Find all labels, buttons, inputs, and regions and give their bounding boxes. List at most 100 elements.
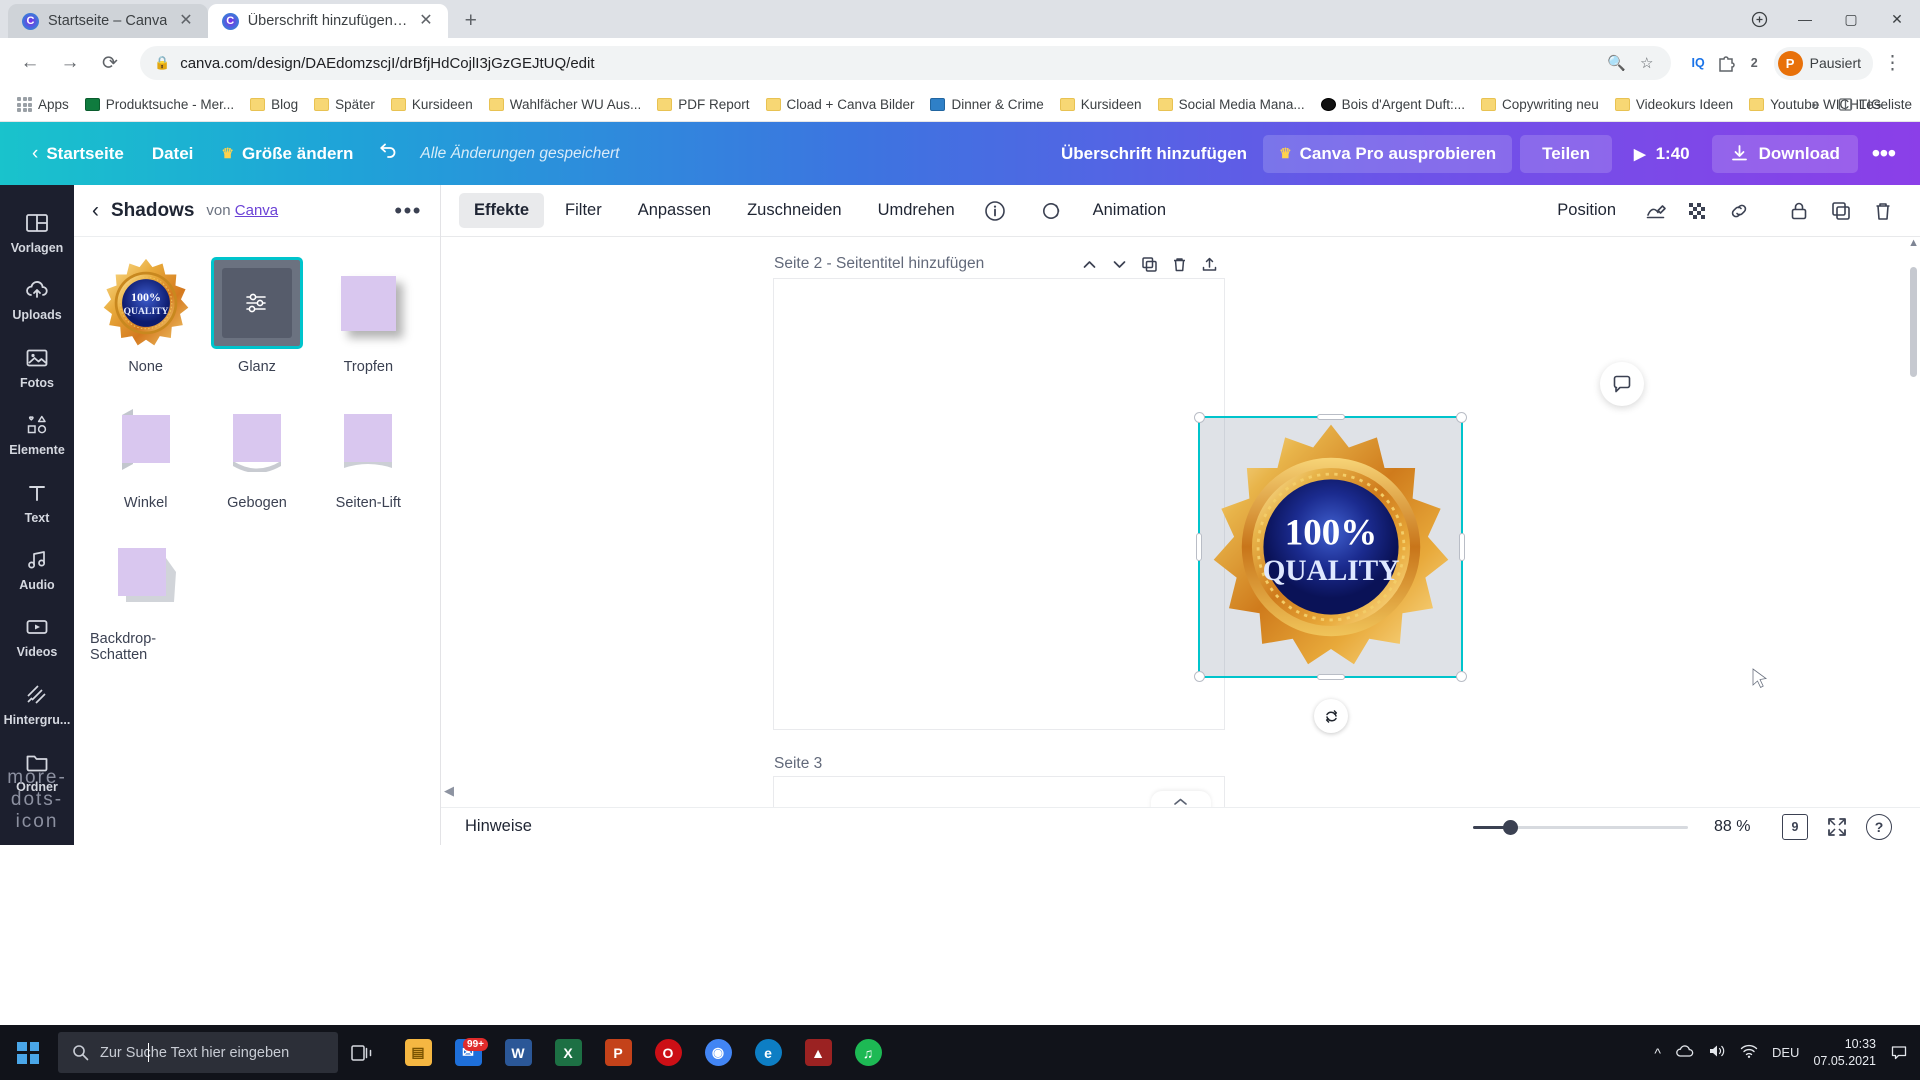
bookmark-spaeter[interactable]: Später bbox=[307, 94, 382, 115]
selected-image-box[interactable]: 100% QUALITY bbox=[1194, 412, 1768, 688]
top-more-icon[interactable]: ••• bbox=[1858, 134, 1910, 173]
taskbar-app-filezilla[interactable]: ▲ bbox=[794, 1025, 842, 1080]
maximize-button[interactable]: ▢ bbox=[1828, 0, 1874, 38]
collapse-panel-icon[interactable]: ◀ bbox=[444, 783, 454, 799]
resize-handle-top[interactable] bbox=[1316, 414, 1345, 420]
resize-handle-right[interactable] bbox=[1459, 533, 1465, 561]
puzzle-extension-icon[interactable] bbox=[1717, 53, 1739, 73]
page-2-title[interactable]: Seite 2 - Seitentitel hinzufügen bbox=[774, 255, 1074, 273]
resize-handle-top-left[interactable] bbox=[1194, 412, 1205, 423]
page-count-button[interactable]: 9 bbox=[1778, 810, 1812, 844]
reload-button[interactable]: ⟳ bbox=[92, 45, 128, 81]
taskbar-app-powerpoint[interactable]: P bbox=[594, 1025, 642, 1080]
tab-umdrehen[interactable]: Umdrehen bbox=[863, 193, 970, 228]
iq-extension-icon[interactable]: IQ bbox=[1691, 56, 1704, 70]
resize-handle-bottom-left[interactable] bbox=[1194, 671, 1205, 682]
page-3-title[interactable]: Seite 3 bbox=[774, 755, 822, 773]
shadow-option-glanz[interactable]: Glanz bbox=[201, 257, 312, 375]
bookmark-kursideen-2[interactable]: Kursideen bbox=[1053, 94, 1149, 115]
page-2-canvas[interactable]: 100% QUALITY bbox=[774, 279, 1768, 733]
shadow-option-seiten-lift[interactable]: Seiten-Lift bbox=[313, 393, 424, 511]
shadow-option-backdrop[interactable]: Backdrop-Schatten bbox=[90, 529, 201, 663]
position-button[interactable]: Position bbox=[1543, 193, 1630, 228]
zoom-icon[interactable]: 🔍 bbox=[1607, 54, 1626, 72]
duplicate-icon[interactable] bbox=[1822, 192, 1860, 230]
window-extra-icon[interactable] bbox=[1736, 0, 1782, 38]
taskbar-app-opera[interactable]: O bbox=[644, 1025, 692, 1080]
scroll-up-icon[interactable]: ▲ bbox=[1908, 237, 1919, 249]
sidebar-item-elemente[interactable]: Elemente bbox=[0, 401, 74, 468]
tray-expand-icon[interactable]: ^ bbox=[1654, 1045, 1661, 1061]
sidebar-item-vorlagen[interactable]: Vorlagen bbox=[0, 199, 74, 266]
browser-menu-icon[interactable]: ⋮ bbox=[1877, 52, 1908, 75]
resize-handle-left[interactable] bbox=[1196, 533, 1202, 561]
shadow-option-tropfen[interactable]: Tropfen bbox=[313, 257, 424, 375]
profile-chip[interactable]: P Pausiert bbox=[1773, 46, 1873, 80]
panel-author-link[interactable]: Canva bbox=[235, 202, 278, 219]
bookmark-kursideen-1[interactable]: Kursideen bbox=[384, 94, 480, 115]
taskbar-search-input[interactable]: Zur Suche Text hier eingeben bbox=[58, 1032, 338, 1073]
add-page-icon[interactable] bbox=[1194, 249, 1224, 279]
resize-handle-bottom-right[interactable] bbox=[1456, 671, 1467, 682]
sidebar-item-videos[interactable]: Videos bbox=[0, 603, 74, 670]
bookmark-pdf-report[interactable]: PDF Report bbox=[650, 94, 756, 115]
resize-button[interactable]: ♛ Größe ändern bbox=[207, 135, 367, 173]
animation-button[interactable]: Animation bbox=[1078, 193, 1181, 228]
browser-tab-2[interactable]: C Überschrift hinzufügen – Logo ✕ bbox=[207, 4, 448, 38]
rail-more-icon[interactable]: more-dots-icon bbox=[0, 767, 74, 833]
sidebar-item-audio[interactable]: Audio bbox=[0, 536, 74, 603]
reading-list-button[interactable]: Leseliste bbox=[1838, 97, 1912, 112]
bookmark-videokurs[interactable]: Videokurs Ideen bbox=[1608, 94, 1740, 115]
language-indicator[interactable]: DEU bbox=[1772, 1045, 1799, 1060]
star-icon[interactable]: ☆ bbox=[1640, 54, 1653, 72]
extension-count-badge[interactable]: 2 bbox=[1751, 56, 1758, 70]
rotate-handle[interactable] bbox=[1314, 699, 1348, 733]
move-down-icon[interactable] bbox=[1104, 249, 1134, 279]
start-button[interactable] bbox=[0, 1025, 56, 1080]
volume-icon[interactable] bbox=[1708, 1043, 1726, 1062]
canvas-vertical-scrollbar[interactable] bbox=[1910, 267, 1917, 377]
bookmark-blog[interactable]: Blog bbox=[243, 94, 305, 115]
comment-button[interactable] bbox=[1600, 362, 1644, 406]
tab-zuschneiden[interactable]: Zuschneiden bbox=[732, 193, 856, 228]
checker-icon[interactable] bbox=[1678, 192, 1716, 230]
clock[interactable]: 10:33 07.05.2021 bbox=[1813, 1036, 1876, 1070]
tab-anpassen[interactable]: Anpassen bbox=[623, 193, 726, 228]
shadow-option-gebogen[interactable]: Gebogen bbox=[201, 393, 312, 511]
animation-icon[interactable] bbox=[1034, 192, 1072, 230]
taskbar-app-file-explorer[interactable]: ▤ bbox=[394, 1025, 442, 1080]
taskbar-app-mail[interactable]: ✉ 99+ bbox=[444, 1025, 492, 1080]
close-tab-1-icon[interactable]: ✕ bbox=[176, 11, 195, 31]
taskbar-app-edge[interactable]: e bbox=[744, 1025, 792, 1080]
help-button[interactable]: ? bbox=[1862, 810, 1896, 844]
network-icon[interactable] bbox=[1740, 1043, 1758, 1062]
canva-pro-button[interactable]: ♛ Canva Pro ausprobieren bbox=[1263, 134, 1513, 173]
design-title-button[interactable]: Überschrift hinzufügen bbox=[1045, 135, 1263, 173]
back-button[interactable]: ← bbox=[12, 45, 48, 81]
fullscreen-button[interactable] bbox=[1820, 810, 1854, 844]
taskbar-app-spotify[interactable]: ♫ bbox=[844, 1025, 892, 1080]
notes-button[interactable]: Hinweise bbox=[465, 817, 532, 836]
task-view-button[interactable] bbox=[338, 1025, 386, 1080]
taskbar-app-word[interactable]: W bbox=[494, 1025, 542, 1080]
trash-icon[interactable] bbox=[1864, 192, 1902, 230]
shadow-option-winkel[interactable]: Winkel bbox=[90, 393, 201, 511]
sidebar-item-fotos[interactable]: Fotos bbox=[0, 334, 74, 401]
undo-button[interactable] bbox=[367, 134, 408, 173]
info-icon[interactable] bbox=[976, 192, 1014, 230]
forward-button[interactable]: → bbox=[52, 45, 88, 81]
lock-icon[interactable] bbox=[1780, 192, 1818, 230]
zoom-slider-knob[interactable] bbox=[1503, 819, 1518, 835]
resize-handle-top-right[interactable] bbox=[1456, 412, 1467, 423]
bookmark-produktsuche[interactable]: Produktsuche - Mer... bbox=[78, 94, 241, 115]
minimize-button[interactable]: — bbox=[1782, 0, 1828, 38]
bookmarks-overflow-icon[interactable]: » bbox=[1807, 96, 1823, 113]
chevron-left-icon[interactable]: ‹ bbox=[92, 199, 99, 223]
sidebar-item-text[interactable]: Text bbox=[0, 469, 74, 536]
tab-filter[interactable]: Filter bbox=[550, 193, 617, 228]
omnibox[interactable]: 🔒 canva.com/design/DAEdomzscjI/drBfjHdCo… bbox=[140, 46, 1672, 80]
new-tab-button[interactable]: + bbox=[454, 4, 488, 38]
canvas-expand-arrow[interactable] bbox=[1150, 791, 1211, 807]
taskbar-app-excel[interactable]: X bbox=[544, 1025, 592, 1080]
close-window-button[interactable]: ✕ bbox=[1874, 0, 1920, 38]
